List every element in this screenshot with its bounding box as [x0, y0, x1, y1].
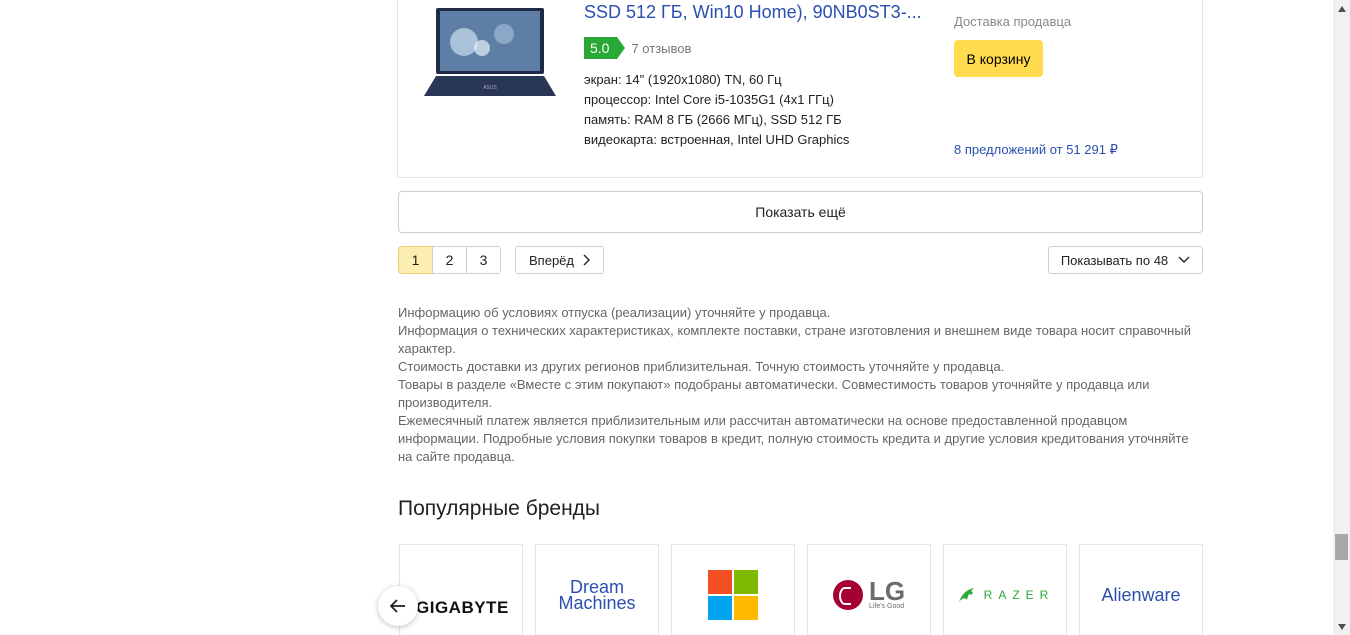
scroll-up-arrow-icon[interactable] [1333, 0, 1350, 17]
page-button-2[interactable]: 2 [432, 246, 467, 274]
alienware-logo: Alienware [1101, 584, 1181, 605]
lg-tagline: Life's Good [868, 603, 905, 610]
product-specs: экран: 14" (1920x1080) TN, 60 Гц процесс… [584, 70, 849, 150]
reviews-link[interactable]: 7 отзывов [631, 41, 691, 56]
laptop-brand-logo: ASUS [483, 85, 497, 91]
brand-tile-microsoft[interactable] [671, 544, 795, 635]
pagination: 1 2 3 [398, 246, 501, 274]
disclaimer-line: Информацию об условиях отпуска (реализац… [398, 305, 831, 320]
offers-link[interactable]: 8 предложений от 51 291 ₽ [954, 142, 1118, 158]
spec-line: память: RAM 8 ГБ (2666 МГц), SSD 512 ГБ [584, 112, 842, 127]
arrow-left-icon [390, 599, 405, 613]
page-button-3[interactable]: 3 [466, 246, 501, 274]
next-page-label: Вперёд [529, 252, 574, 268]
razer-logo: RAZER [956, 584, 1055, 606]
delivery-info: Доставка продавца [954, 14, 1072, 29]
page-button-1[interactable]: 1 [398, 246, 433, 274]
per-page-select[interactable]: Показывать по 48 [1048, 246, 1203, 274]
chevron-right-icon [583, 254, 590, 266]
dream-machines-logo: Dream Machines [558, 578, 636, 613]
rating-badge: 5.0 [584, 37, 627, 59]
lg-face-icon [832, 579, 863, 610]
lg-logo: LG Life's Good [832, 576, 906, 610]
spec-line: процессор: Intel Core i5-1035G1 (4x1 ГГц… [584, 92, 834, 107]
brand-tile-dream-machines[interactable]: Dream Machines [535, 544, 659, 635]
razer-snake-icon [958, 587, 974, 602]
dream-machines-line2: Machines [558, 592, 636, 613]
add-to-cart-button[interactable]: В корзину [954, 40, 1043, 77]
brands-heading: Популярные бренды [398, 497, 601, 520]
disclaimer-text: Информацию об условиях отпуска (реализац… [398, 304, 1203, 466]
brand-tile-lg[interactable]: LG Life's Good [807, 544, 931, 635]
disclaimer-line: Стоимость доставки из других регионов пр… [398, 359, 1005, 374]
spec-line: видеокарта: встроенная, Intel UHD Graphi… [584, 132, 850, 147]
disclaimer-line: Товары в разделе «Вместе с этим покупают… [398, 377, 1150, 410]
rating-row: 5.0 7 отзывов [584, 37, 691, 59]
microsoft-logo-icon [708, 569, 758, 620]
spec-line: экран: 14" (1920x1080) TN, 60 Гц [584, 72, 782, 87]
carousel-prev-button[interactable] [378, 586, 418, 626]
gigabyte-logo: GIGABYTE [416, 598, 509, 617]
per-page-label: Показывать по 48 [1060, 252, 1169, 268]
product-title[interactable]: SSD 512 ГБ, Win10 Home), 90NB0ST3-... [584, 2, 924, 23]
brand-tile-gigabyte[interactable]: GIGABYTE [399, 544, 523, 635]
scrollbar-thumb[interactable] [1335, 534, 1348, 560]
disclaimer-line: Информация о технических характеристиках… [398, 323, 1191, 356]
next-page-button[interactable]: Вперёд [515, 246, 604, 274]
chevron-down-icon [1178, 256, 1190, 263]
brand-tile-alienware[interactable]: Alienware [1079, 544, 1203, 635]
laptop-image[interactable]: ASUS [420, 2, 560, 102]
brand-tile-razer[interactable]: RAZER [943, 544, 1067, 635]
razer-wordmark: RAZER [983, 587, 1055, 602]
product-card: ASUS SSD 512 ГБ, Win10 Home), 90NB0ST3-.… [397, 0, 1203, 178]
disclaimer-line: Ежемесячный платеж является приблизитель… [398, 413, 1189, 464]
lg-wordmark: LG [868, 576, 906, 606]
page-scrollbar[interactable] [1333, 0, 1350, 635]
scroll-down-arrow-icon[interactable] [1333, 618, 1350, 635]
show-more-button[interactable]: Показать ещё [398, 191, 1203, 233]
